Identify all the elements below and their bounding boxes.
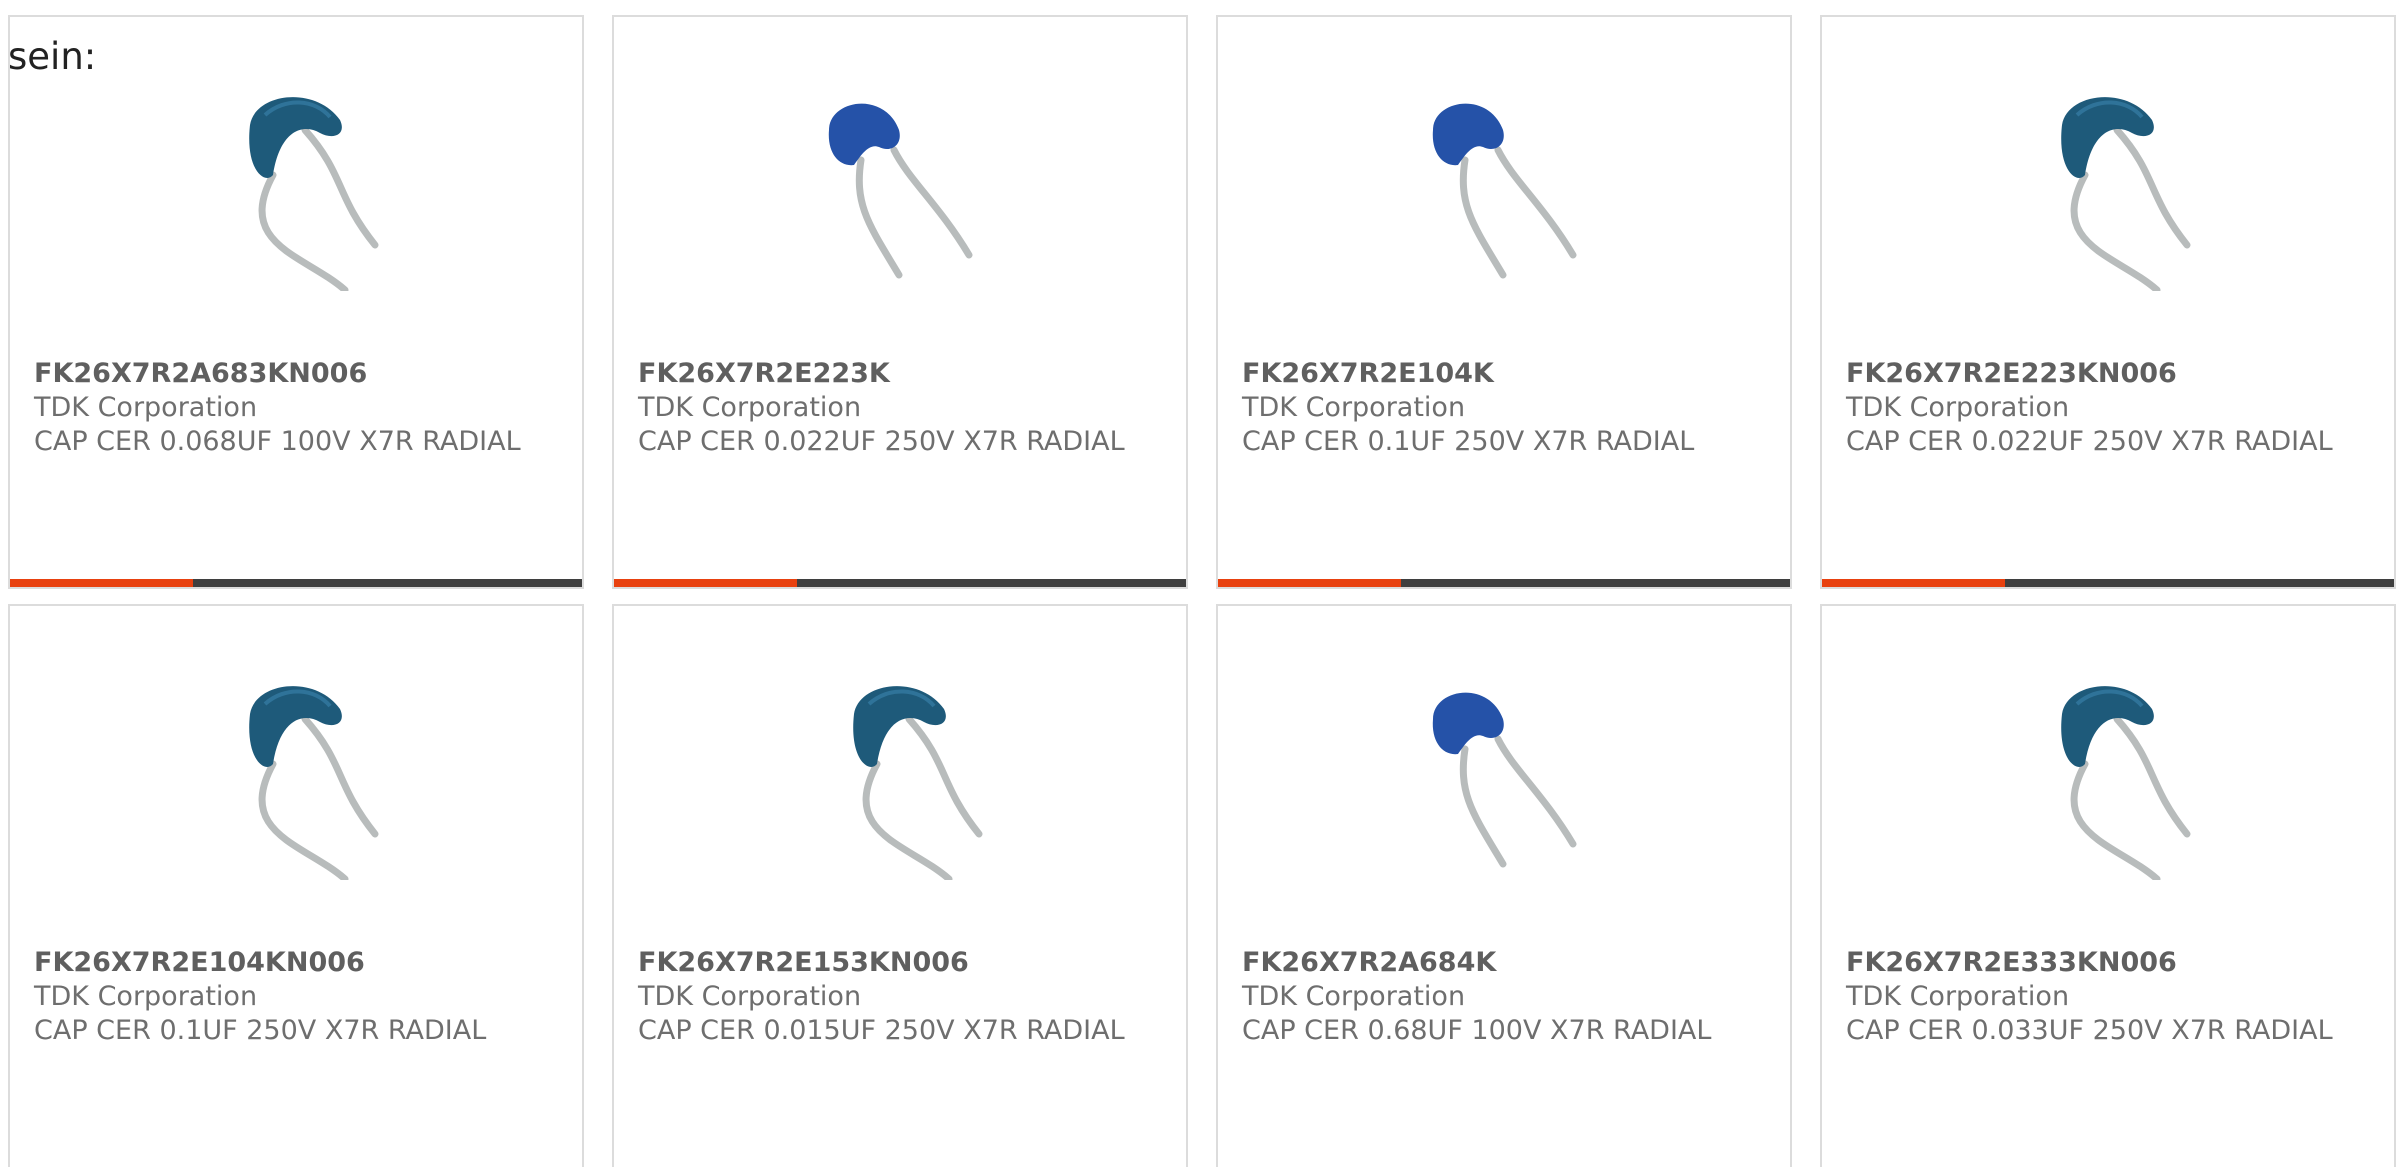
part-number-link[interactable]: FK26X7R2A683KN006 xyxy=(34,357,544,391)
manufacturer: TDK Corporation xyxy=(1846,392,2070,423)
card-bottom-bar xyxy=(1218,579,1790,587)
product-info: FK26X7R2E104KN006 TDK Corporation CAP CE… xyxy=(34,946,544,1048)
ceramic-capacitor-wide-icon[interactable] xyxy=(195,674,395,880)
product-card[interactable]: FK26X7R2E223KN006 TDK Corporation CAP CE… xyxy=(1820,15,2396,589)
manufacturer: TDK Corporation xyxy=(638,981,862,1012)
product-card[interactable]: FK26X7R2E104KN006 TDK Corporation CAP CE… xyxy=(8,604,584,1167)
product-card[interactable]: FK26X7R2E333KN006 TDK Corporation CAP CE… xyxy=(1820,604,2396,1167)
card-accent-bar xyxy=(1822,579,2005,587)
manufacturer: TDK Corporation xyxy=(1242,392,1466,423)
product-description: CAP CER 0.033UF 250V X7R RADIAL xyxy=(1846,1015,2333,1046)
manufacturer: TDK Corporation xyxy=(638,392,862,423)
part-number-link[interactable]: FK26X7R2E153KN006 xyxy=(638,946,1148,980)
product-info: FK26X7R2E223K TDK Corporation CAP CER 0.… xyxy=(638,357,1148,459)
ceramic-capacitor-wide-icon[interactable] xyxy=(195,85,395,291)
card-accent-bar xyxy=(614,579,797,587)
manufacturer: TDK Corporation xyxy=(1846,981,2070,1012)
card-bottom-bar xyxy=(614,579,1186,587)
product-description: CAP CER 0.022UF 250V X7R RADIAL xyxy=(638,426,1125,457)
product-description: CAP CER 0.1UF 250V X7R RADIAL xyxy=(34,1015,487,1046)
ceramic-capacitor-small-icon[interactable] xyxy=(1403,85,1603,291)
product-card[interactable]: FK26X7R2A683KN006 TDK Corporation CAP CE… xyxy=(8,15,584,589)
card-bottom-bar xyxy=(10,579,582,587)
product-description: CAP CER 0.68UF 100V X7R RADIAL xyxy=(1242,1015,1712,1046)
product-grid-page: sein: FK26X7R2A683KN006 TDK Corporation … xyxy=(0,0,2400,1167)
product-card[interactable]: FK26X7R2E153KN006 TDK Corporation CAP CE… xyxy=(612,604,1188,1167)
product-card[interactable]: FK26X7R2E104K TDK Corporation CAP CER 0.… xyxy=(1216,15,1792,589)
card-bottom-bar xyxy=(1822,579,2394,587)
part-number-link[interactable]: FK26X7R2E333KN006 xyxy=(1846,946,2356,980)
product-info: FK26X7R2E333KN006 TDK Corporation CAP CE… xyxy=(1846,946,2356,1048)
product-info: FK26X7R2A683KN006 TDK Corporation CAP CE… xyxy=(34,357,544,459)
product-info: FK26X7R2E223KN006 TDK Corporation CAP CE… xyxy=(1846,357,2356,459)
product-description: CAP CER 0.068UF 100V X7R RADIAL xyxy=(34,426,521,457)
ceramic-capacitor-wide-icon[interactable] xyxy=(2007,674,2207,880)
part-number-link[interactable]: FK26X7R2A684K xyxy=(1242,946,1752,980)
manufacturer: TDK Corporation xyxy=(1242,981,1466,1012)
ceramic-capacitor-small-icon[interactable] xyxy=(1403,674,1603,880)
part-number-link[interactable]: FK26X7R2E104KN006 xyxy=(34,946,544,980)
manufacturer: TDK Corporation xyxy=(34,392,258,423)
product-description: CAP CER 0.1UF 250V X7R RADIAL xyxy=(1242,426,1695,457)
product-description: CAP CER 0.015UF 250V X7R RADIAL xyxy=(638,1015,1125,1046)
product-card[interactable]: FK26X7R2E223K TDK Corporation CAP CER 0.… xyxy=(612,15,1188,589)
part-number-link[interactable]: FK26X7R2E223KN006 xyxy=(1846,357,2356,391)
card-accent-bar xyxy=(1218,579,1401,587)
product-card[interactable]: FK26X7R2A684K TDK Corporation CAP CER 0.… xyxy=(1216,604,1792,1167)
part-number-link[interactable]: FK26X7R2E104K xyxy=(1242,357,1752,391)
product-info: FK26X7R2E153KN006 TDK Corporation CAP CE… xyxy=(638,946,1148,1048)
ceramic-capacitor-wide-icon[interactable] xyxy=(2007,85,2207,291)
part-number-link[interactable]: FK26X7R2E223K xyxy=(638,357,1148,391)
ceramic-capacitor-small-icon[interactable] xyxy=(799,85,999,291)
product-info: FK26X7R2A684K TDK Corporation CAP CER 0.… xyxy=(1242,946,1752,1048)
product-info: FK26X7R2E104K TDK Corporation CAP CER 0.… xyxy=(1242,357,1752,459)
ceramic-capacitor-wide-icon[interactable] xyxy=(799,674,999,880)
product-description: CAP CER 0.022UF 250V X7R RADIAL xyxy=(1846,426,2333,457)
intro-text: sein: xyxy=(8,35,97,78)
card-accent-bar xyxy=(10,579,193,587)
manufacturer: TDK Corporation xyxy=(34,981,258,1012)
